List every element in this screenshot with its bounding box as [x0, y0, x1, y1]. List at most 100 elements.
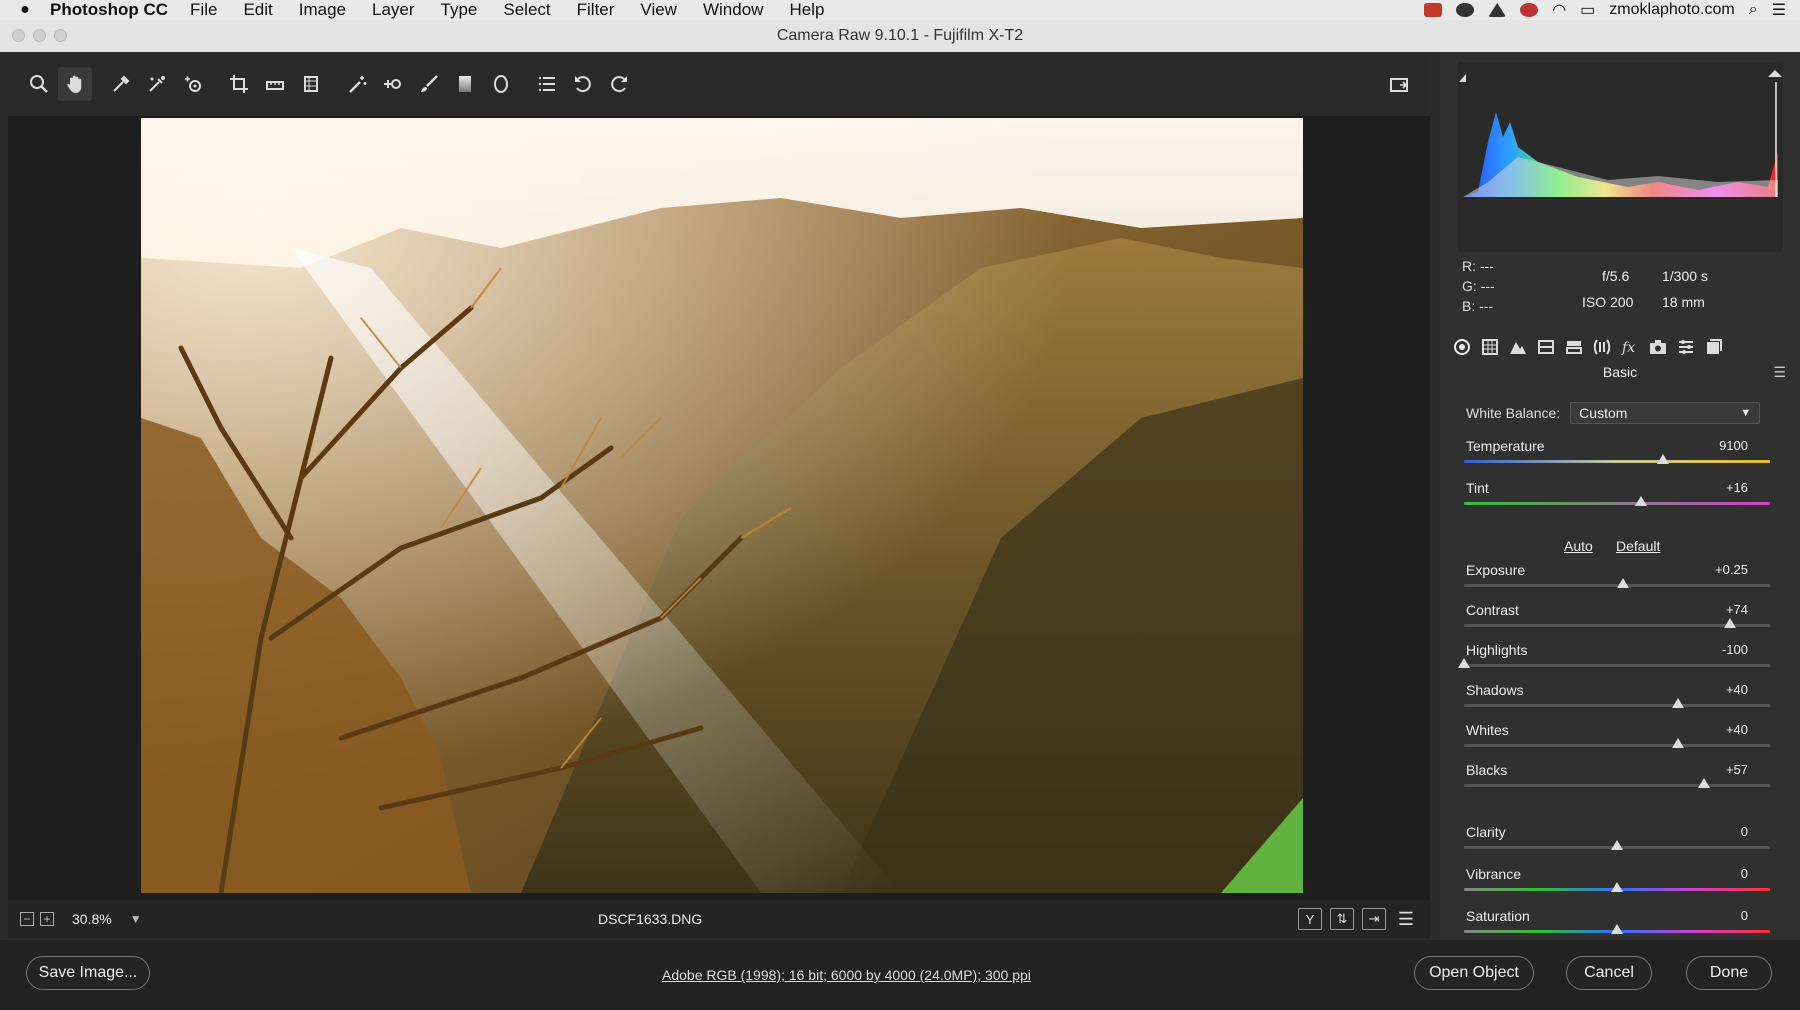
tint-track[interactable]	[1464, 502, 1770, 505]
zoom-tool[interactable]	[22, 67, 56, 101]
whites-track[interactable]	[1464, 744, 1770, 747]
preferences-button[interactable]	[530, 67, 564, 101]
tab-snapshots[interactable]	[1700, 335, 1728, 359]
zoom-in-button[interactable]: +	[40, 912, 54, 926]
vibrance-thumb[interactable]	[1611, 882, 1623, 892]
whites-value[interactable]: +40	[1726, 722, 1748, 737]
targeted-adjustment-tool[interactable]	[176, 67, 210, 101]
crop-tool[interactable]	[222, 67, 256, 101]
cancel-button[interactable]: Cancel	[1566, 956, 1652, 990]
exposure-thumb[interactable]	[1617, 578, 1630, 588]
white-balance-select[interactable]: Custom ▼	[1570, 402, 1761, 424]
adjustment-brush-tool[interactable]	[412, 67, 446, 101]
default-link[interactable]: Default	[1616, 538, 1660, 554]
transform-tool[interactable]	[294, 67, 328, 101]
exposure-slider[interactable]: Exposure +0.25	[1464, 562, 1770, 598]
menu-filter[interactable]: Filter	[577, 0, 615, 20]
clarity-slider[interactable]: Clarity 0	[1464, 824, 1770, 860]
close-window-button[interactable]	[12, 29, 25, 42]
image-preview-area[interactable]	[8, 116, 1430, 900]
app-menu[interactable]: Photoshop CC	[50, 0, 168, 20]
highlights-value[interactable]: -100	[1722, 642, 1748, 657]
recording-icon[interactable]	[1424, 3, 1443, 17]
radial-filter-tool[interactable]	[484, 67, 518, 101]
rotate-right-button[interactable]	[602, 67, 636, 101]
whites-thumb[interactable]	[1672, 738, 1685, 748]
spotlight-icon[interactable]: ⌕	[1749, 1, 1758, 19]
photo-preview[interactable]	[141, 118, 1303, 893]
menu-image[interactable]: Image	[299, 0, 346, 20]
tab-presets[interactable]	[1672, 335, 1700, 359]
tab-split-toning[interactable]	[1560, 335, 1588, 359]
highlights-track[interactable]	[1464, 664, 1770, 667]
tab-basic[interactable]	[1448, 335, 1476, 359]
preview-preferences-icon[interactable]: ☰	[1394, 908, 1418, 930]
zoom-dropdown-icon[interactable]: ▼	[130, 912, 142, 926]
whites-slider[interactable]: Whites +40	[1464, 722, 1770, 758]
menu-type[interactable]: Type	[441, 0, 478, 20]
menu-layer[interactable]: Layer	[372, 0, 415, 20]
full-screen-toggle[interactable]	[1382, 68, 1416, 102]
menu-help[interactable]: Help	[789, 0, 824, 20]
done-button[interactable]: Done	[1686, 956, 1772, 990]
workflow-options-link[interactable]: Adobe RGB (1998); 16 bit; 6000 by 4000 (…	[662, 967, 1031, 983]
contrast-thumb[interactable]	[1724, 618, 1737, 628]
graduated-filter-tool[interactable]	[448, 67, 482, 101]
save-image-button[interactable]: Save Image...	[26, 956, 150, 990]
temperature-track[interactable]	[1464, 460, 1770, 463]
tab-detail[interactable]	[1504, 335, 1532, 359]
menu-edit[interactable]: Edit	[243, 0, 272, 20]
color-sampler-tool[interactable]	[140, 67, 174, 101]
before-after-toggle-icon[interactable]: Y	[1298, 908, 1322, 930]
blacks-track[interactable]	[1464, 784, 1770, 787]
auto-link[interactable]: Auto	[1564, 538, 1593, 554]
creative-cloud-icon[interactable]	[1456, 3, 1475, 17]
menu-view[interactable]: View	[640, 0, 677, 20]
swap-settings-icon[interactable]: ⇅	[1330, 908, 1354, 930]
open-object-button[interactable]: Open Object	[1414, 956, 1534, 990]
saturation-thumb[interactable]	[1611, 924, 1623, 934]
wifi-icon[interactable]: ◠	[1552, 0, 1566, 20]
white-balance-tool[interactable]	[104, 67, 138, 101]
tab-effects[interactable]: fx	[1616, 335, 1644, 359]
zoom-out-button[interactable]: −	[20, 912, 34, 926]
airplay-icon[interactable]: ▭	[1580, 0, 1595, 20]
red-eye-tool[interactable]	[376, 67, 410, 101]
vibrance-slider[interactable]: Vibrance 0	[1464, 866, 1770, 902]
minimize-window-button[interactable]	[33, 29, 46, 42]
highlights-thumb[interactable]	[1458, 658, 1470, 668]
shadows-slider[interactable]: Shadows +40	[1464, 682, 1770, 718]
saturation-slider[interactable]: Saturation 0	[1464, 908, 1770, 944]
exposure-value[interactable]: +0.25	[1715, 562, 1748, 577]
tab-camera-calibration[interactable]	[1644, 335, 1672, 359]
contrast-value[interactable]: +74	[1726, 602, 1748, 617]
straighten-tool[interactable]	[258, 67, 292, 101]
shadows-thumb[interactable]	[1672, 698, 1685, 708]
drive-icon[interactable]	[1488, 3, 1507, 17]
apple-menu-icon[interactable]: ●	[0, 1, 50, 19]
contrast-slider[interactable]: Contrast +74	[1464, 602, 1770, 638]
blacks-slider[interactable]: Blacks +57	[1464, 762, 1770, 798]
hand-tool[interactable]	[58, 67, 92, 101]
copy-settings-icon[interactable]: ⇥	[1362, 908, 1386, 930]
adobe-icon[interactable]	[1520, 3, 1539, 17]
panel-menu-icon[interactable]: ☰	[1773, 364, 1786, 381]
menu-file[interactable]: File	[190, 0, 217, 20]
tab-tone-curve[interactable]	[1476, 335, 1504, 359]
temperature-value[interactable]: 9100	[1719, 438, 1748, 453]
shadows-value[interactable]: +40	[1726, 682, 1748, 697]
notification-center-icon[interactable]: ☰	[1772, 0, 1786, 20]
saturation-value[interactable]: 0	[1741, 908, 1748, 923]
blacks-thumb[interactable]	[1698, 778, 1711, 788]
rotate-left-button[interactable]	[566, 67, 600, 101]
tint-slider[interactable]: Tint +16	[1464, 480, 1770, 516]
menu-select[interactable]: Select	[503, 0, 550, 20]
tint-value[interactable]: +16	[1726, 480, 1748, 495]
temperature-slider[interactable]: Temperature 9100	[1464, 438, 1770, 474]
zoom-window-button[interactable]	[54, 29, 67, 42]
clarity-value[interactable]: 0	[1741, 824, 1748, 839]
tab-lens-corrections[interactable]	[1588, 335, 1616, 359]
clarity-thumb[interactable]	[1611, 840, 1623, 850]
zoom-level[interactable]: 30.8%	[72, 911, 112, 927]
temperature-thumb[interactable]	[1656, 454, 1669, 464]
